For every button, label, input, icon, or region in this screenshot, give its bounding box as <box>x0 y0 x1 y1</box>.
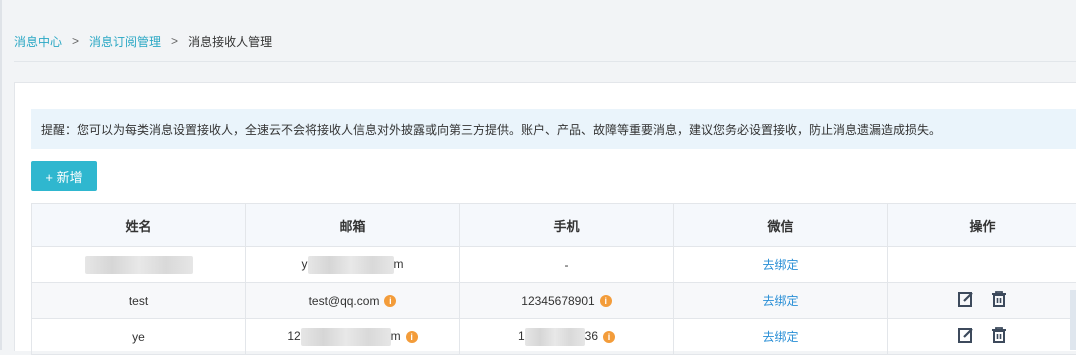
breadcrumb-subscription-management[interactable]: 消息订阅管理 <box>89 33 161 50</box>
breadcrumb-message-center[interactable]: 消息中心 <box>14 33 62 50</box>
trash-icon[interactable] <box>990 290 1008 311</box>
cell-phone: 1 36 i <box>460 319 674 355</box>
edit-icon[interactable] <box>957 326 975 347</box>
column-header-actions: 操作 <box>888 204 1076 247</box>
redacted-email <box>301 328 391 346</box>
add-receiver-button[interactable]: + 新增 <box>31 161 97 191</box>
scroll-edge <box>1070 290 1076 350</box>
bind-wechat-link[interactable]: 去绑定 <box>762 294 798 308</box>
info-icon[interactable]: i <box>406 331 418 343</box>
cell-wechat: 去绑定 <box>674 319 888 355</box>
email-value: test@qq.com <box>309 294 380 308</box>
content-panel: 提醒：您可以为每类消息设置接收人，全速云不会将接收人信息对外披露或向第三方提供。… <box>14 82 1076 351</box>
breadcrumb: 消息中心 > 消息订阅管理 > 消息接收人管理 <box>14 33 272 49</box>
column-header-name: 姓名 <box>32 204 246 247</box>
cell-phone: - <box>460 247 674 283</box>
table-row: ye 12mi 136i 去绑定 <box>32 319 1076 355</box>
notice-banner: 提醒：您可以为每类消息设置接收人，全速云不会将接收人信息对外披露或向第三方提供。… <box>31 109 1076 149</box>
cell-actions <box>888 283 1076 319</box>
cell-email: 12 mi <box>246 319 460 355</box>
cell-email: test@qq.com i <box>246 283 460 319</box>
info-icon[interactable]: i <box>603 331 615 343</box>
cell-actions <box>888 319 1076 355</box>
email-suffix: m <box>391 329 401 343</box>
breadcrumb-separator: > <box>171 34 178 48</box>
email-prefix: y <box>302 257 308 271</box>
left-edge <box>0 0 2 350</box>
divider <box>14 61 1076 62</box>
redacted-name <box>85 256 193 274</box>
table-header-row: 姓名 邮箱 手机 微信 操作 <box>32 204 1076 247</box>
breadcrumb-current: 消息接收人管理 <box>188 33 272 50</box>
breadcrumb-separator: > <box>72 34 79 48</box>
bind-wechat-link[interactable]: 去绑定 <box>762 258 798 272</box>
notice-text: 提醒：您可以为每类消息设置接收人，全速云不会将接收人信息对外披露或向第三方提供。… <box>41 121 941 138</box>
cell-name: test <box>32 283 246 319</box>
info-icon[interactable]: i <box>600 295 612 307</box>
receiver-table: 姓名 邮箱 手机 微信 操作 ym - 去绑定 <box>31 203 1076 355</box>
bind-wechat-link[interactable]: 去绑定 <box>762 330 798 344</box>
phone-value: 12345678901 <box>521 294 594 308</box>
phone-suffix: 36 <box>585 329 598 343</box>
table-row: ym - 去绑定 <box>32 247 1076 283</box>
email-suffix: m <box>394 257 404 271</box>
column-header-phone: 手机 <box>460 204 674 247</box>
column-header-wechat: 微信 <box>674 204 888 247</box>
info-icon[interactable]: i <box>384 295 396 307</box>
redacted-phone <box>525 328 585 346</box>
email-prefix: 12 <box>287 329 300 343</box>
cell-phone: 12345678901 i <box>460 283 674 319</box>
table-row: test test@qq.com i 12345678901 i 去绑定 <box>32 283 1076 319</box>
cell-wechat: 去绑定 <box>674 283 888 319</box>
edit-icon[interactable] <box>957 290 975 311</box>
cell-name: ye <box>32 319 246 355</box>
column-header-email: 邮箱 <box>246 204 460 247</box>
cell-name <box>32 247 246 283</box>
trash-icon[interactable] <box>990 326 1008 347</box>
cell-email: ym <box>246 247 460 283</box>
cell-actions <box>888 247 1076 283</box>
redacted-email <box>308 256 394 274</box>
cell-wechat: 去绑定 <box>674 247 888 283</box>
phone-prefix: 1 <box>518 329 525 343</box>
